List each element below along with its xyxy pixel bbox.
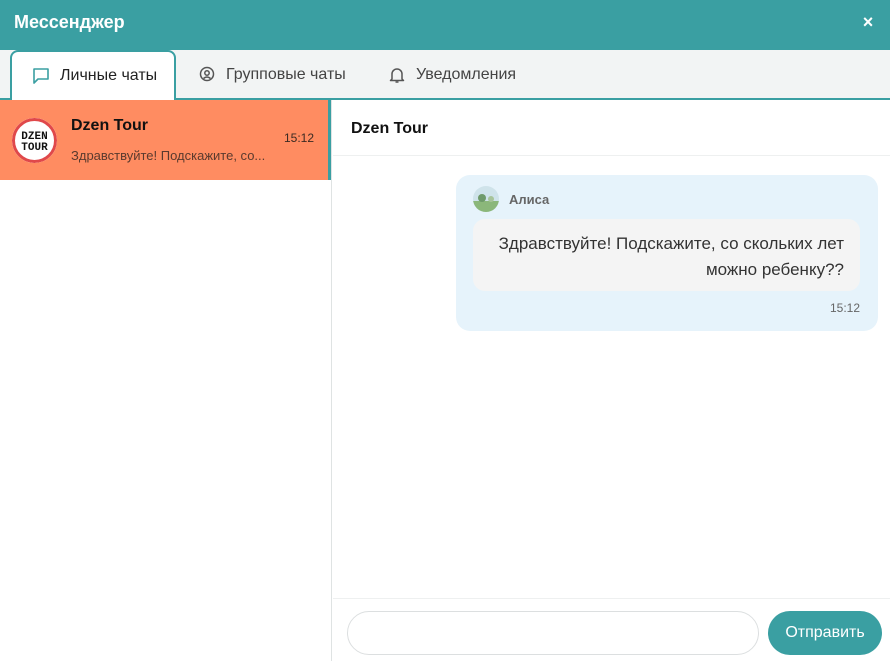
tab-personal-chats[interactable]: Личные чаты: [10, 50, 176, 100]
chat-name: Dzen Tour: [71, 117, 149, 134]
message: Алиса Здравствуйте! Подскажите, со сколь…: [456, 175, 878, 331]
chat-list-item[interactable]: DZEN TOUR Dzen Tour Здравствуйте! Подска…: [0, 100, 331, 180]
chat-bubble-icon: [33, 68, 49, 84]
message-text: Здравствуйте! Подскажите, со скольких ле…: [473, 219, 860, 291]
chat-preview: Здравствуйте! Подскажите, со...: [71, 148, 266, 163]
user-photo-icon: [473, 186, 499, 212]
bell-icon: [389, 68, 405, 83]
svg-text:TOUR: TOUR: [21, 142, 48, 154]
conversation-header: Dzen Tour: [333, 100, 890, 156]
location-pin-icon: [199, 66, 215, 82]
tab-notifications[interactable]: Уведомления: [388, 50, 538, 100]
tab-label: Групповые чаты: [226, 66, 346, 83]
tab-label: Уведомления: [416, 66, 517, 83]
message-time: 15:12: [829, 301, 860, 315]
chat-list: DZEN TOUR Dzen Tour Здравствуйте! Подска…: [0, 100, 332, 661]
title-bar: Мессенджер ×: [0, 0, 890, 50]
dzen-tour-logo: DZEN TOUR: [12, 118, 57, 163]
close-icon[interactable]: ×: [858, 12, 878, 32]
tab-group-chats[interactable]: Групповые чаты: [198, 50, 358, 100]
message-composer: Отправить: [333, 598, 890, 661]
conversation-panel: Dzen Tour Алиса Здравствуйте! Подскажите…: [333, 100, 890, 661]
message-author: Алиса: [509, 192, 550, 207]
window-title: Мессенджер: [14, 12, 125, 32]
avatar: [473, 186, 499, 212]
avatar: DZEN TOUR: [12, 118, 57, 163]
chat-time: 15:12: [283, 131, 314, 145]
tab-label: Личные чаты: [60, 67, 158, 84]
tab-bar: Личные чаты Групповые чаты Уведомления: [0, 50, 890, 100]
message-input[interactable]: [347, 611, 759, 655]
conversation-title: Dzen Tour: [351, 120, 429, 137]
send-button[interactable]: Отправить: [768, 611, 882, 655]
